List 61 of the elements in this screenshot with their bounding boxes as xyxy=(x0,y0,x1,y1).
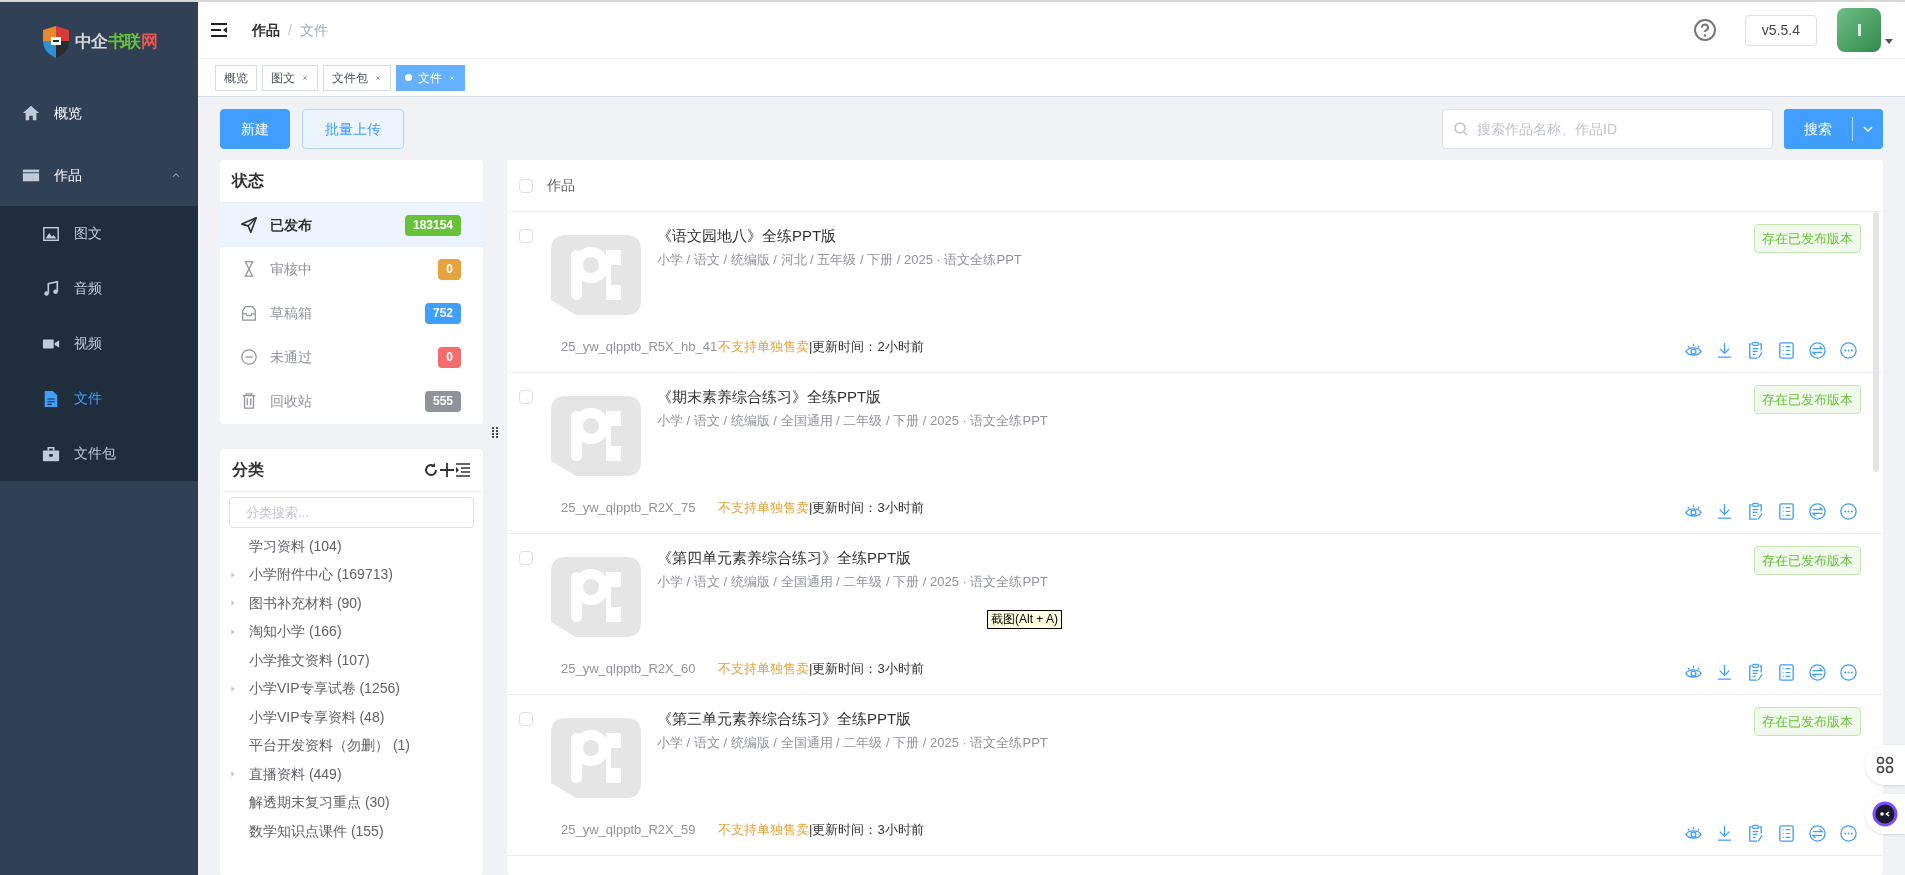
breadcrumb-item[interactable]: 作品 xyxy=(252,19,280,41)
work-title[interactable]: 《第四单元素养综合练习》全练PPT版 xyxy=(657,547,912,570)
tab[interactable]: 图文 xyxy=(262,64,318,91)
logo-text: 中企书联网 xyxy=(74,31,158,54)
update-time: |更新时间：3小时前 xyxy=(809,659,924,678)
category-item[interactable]: 学习资料 (104) xyxy=(249,535,342,557)
breadcrumb-separator: / xyxy=(288,20,292,40)
update-time: |更新时间：3小时前 xyxy=(809,498,924,517)
update-time: |更新时间：3小时前 xyxy=(809,820,924,839)
category-item[interactable]: 小学VIP专享资料 (48) xyxy=(249,706,385,728)
sidebar-item[interactable]: 图文 xyxy=(0,206,198,261)
work-title[interactable]: 《期末素养综合练习》全练PPT版 xyxy=(657,386,882,409)
category-item[interactable]: 淘知小学 (166) xyxy=(249,621,342,643)
status-tag: 存在已发布版本 xyxy=(1754,224,1861,253)
sale-note: 不支持单独售卖 xyxy=(718,820,809,839)
work-code: 25_yw_qlpptb_R5X_hb_41 xyxy=(561,337,718,356)
category-path: 小学 / 语文 / 统编版 / 河北 / 五年级 / 下册 / 2025 · 语文全练PPT xyxy=(657,250,1022,269)
work-code: 25_yw_qlpptb_R2X_75 xyxy=(561,498,697,517)
update-time: |更新时间：2小时前 xyxy=(809,337,924,356)
category-item[interactable]: 直播资料 (449) xyxy=(249,763,342,785)
count-badge: 183154 xyxy=(404,214,461,236)
status-tag: 存在已发布版本 xyxy=(1754,385,1861,414)
category-search-field[interactable]: 分类搜索... xyxy=(229,497,474,528)
sidebar-item[interactable]: 文件包 xyxy=(0,426,198,481)
count-badge: 0 xyxy=(438,258,461,280)
sidebar-item[interactable]: 音频 xyxy=(0,261,198,316)
status-tag: 存在已发布版本 xyxy=(1754,707,1861,736)
sidebar-item[interactable]: 概览 xyxy=(0,82,198,144)
sale-note: 不支持单独售卖 xyxy=(718,337,809,356)
work-code: 25_yw_qlpptb_R2X_59 xyxy=(561,820,697,839)
category-item[interactable]: 小学推文资料 (107) xyxy=(249,649,370,671)
category-item[interactable]: 小学VIP专享试卷 (1256) xyxy=(249,678,400,700)
sale-note: 不支持单独售卖 xyxy=(718,498,809,517)
sale-note: 不支持单独售卖 xyxy=(718,659,809,678)
category-path: 小学 / 语文 / 统编版 / 全国通用 / 二年级 / 下册 / 2025 · 语文全练PPT xyxy=(657,572,1048,591)
status-item[interactable]: 已发布 183154 xyxy=(220,203,483,247)
category-item[interactable]: 解透期末复习重点 (30) xyxy=(249,792,390,814)
category-path: 小学 / 语文 / 统编版 / 全国通用 / 二年级 / 下册 / 2025 · 语文全练PPT xyxy=(657,411,1048,430)
category-item[interactable]: 小学附件中心 (169713) xyxy=(249,564,393,586)
category-path: 小学 / 语文 / 统编版 / 全国通用 / 二年级 / 下册 / 2025 · 语文全练PPT xyxy=(657,733,1048,752)
sidebar-item[interactable]: 作品 xyxy=(0,144,198,206)
work-code: 25_yw_qlpptb_R2X_60 xyxy=(561,659,697,678)
panel-title: 分类 xyxy=(232,460,264,480)
search-field[interactable]: 搜索作品名称、作品ID xyxy=(1442,109,1773,149)
tab[interactable]: 文件包 xyxy=(323,64,391,91)
version-label: v5.5.4 xyxy=(1744,14,1817,46)
tooltip: 截图(Alt + A) xyxy=(987,610,1062,629)
breadcrumb-item: 文件 xyxy=(299,20,328,40)
sidebar-item[interactable]: 文件 xyxy=(0,371,198,426)
work-title[interactable]: 《语文园地八》全练PPT版 xyxy=(657,225,837,248)
category-item[interactable]: 数学知识点课件 (155) xyxy=(249,820,384,842)
count-badge: 752 xyxy=(424,302,461,324)
tab[interactable]: 概览 xyxy=(215,64,257,91)
sidebar-item[interactable]: 视频 xyxy=(0,316,198,371)
count-badge: 0 xyxy=(438,346,461,368)
count-badge: 555 xyxy=(424,390,461,412)
work-title[interactable]: 《第三单元素养综合练习》全练PPT版 xyxy=(657,708,912,731)
category-item[interactable]: 平台开发资料（勿删） (1) xyxy=(249,735,410,757)
category-item[interactable]: 图书补充材料 (90) xyxy=(249,592,362,614)
status-tag: 存在已发布版本 xyxy=(1754,546,1861,575)
column-header: 作品 xyxy=(547,176,575,195)
